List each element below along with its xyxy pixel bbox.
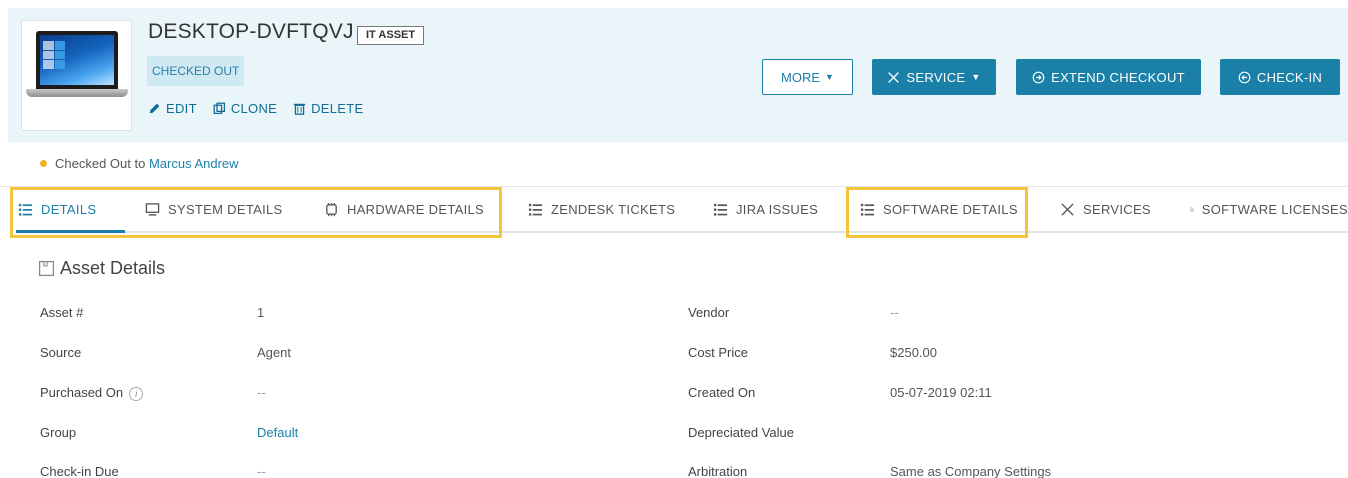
license-icon — [1190, 207, 1194, 211]
field-label: Check-in Due — [40, 464, 119, 478]
field-label: Depreciated Value — [688, 425, 794, 440]
tab-label: SERVICES — [1083, 201, 1151, 217]
clone-button[interactable]: CLONE — [213, 101, 277, 116]
field-label: Purchased On — [40, 385, 124, 400]
more-label: MORE — [781, 69, 821, 85]
field-label: Created On — [688, 385, 756, 400]
field-value: -- — [257, 464, 266, 478]
extend-checkout-button[interactable]: EXTEND CHECKOUT — [1016, 59, 1201, 95]
list-icon — [860, 203, 875, 216]
arrow-left-circle-icon — [1238, 71, 1251, 83]
check-in-label: CHECK-IN — [1256, 69, 1323, 85]
field-label: Arbitration — [688, 464, 748, 478]
list-icon — [713, 203, 728, 216]
field-value: 05-07-2019 02:11 — [890, 385, 992, 400]
list-icon — [18, 203, 33, 216]
trash-icon — [293, 103, 306, 115]
tab-label: HARDWARE DETAILS — [347, 201, 484, 217]
status-badge: CHECKED OUT — [147, 56, 245, 86]
tab-jira-issues[interactable]: JIRA ISSUES — [713, 186, 818, 232]
tab-label: DETAILS — [41, 201, 97, 217]
asset-type-badge: IT ASSET — [357, 26, 425, 45]
tab-zendesk-tickets[interactable]: ZENDESK TICKETS — [528, 186, 675, 232]
group-link[interactable]: Default — [257, 425, 298, 440]
delete-button[interactable]: DELETE — [293, 101, 363, 116]
more-button[interactable]: MORE ▼ — [762, 59, 853, 95]
info-icon[interactable]: i — [129, 386, 144, 401]
tab-label: SOFTWARE LICENSES — [1201, 201, 1348, 217]
field-value: Same as Company Settings — [890, 464, 1052, 478]
asset-thumbnail — [21, 20, 132, 131]
field-value: 1 — [257, 305, 265, 320]
clone-label: CLONE — [230, 101, 278, 116]
field-label: Cost Price — [688, 345, 748, 360]
field-value: -- — [257, 385, 266, 400]
tab-details[interactable]: DETAILS — [18, 186, 96, 232]
caret-down-icon: ▼ — [825, 72, 834, 82]
tools-icon — [1061, 202, 1074, 216]
active-tab-indicator — [16, 230, 125, 233]
tab-software-licenses[interactable]: SOFTWARE LICENSES — [1190, 186, 1348, 232]
field-label: Source — [40, 345, 82, 360]
tab-system-details[interactable]: SYSTEM DETAILS — [145, 186, 282, 232]
field-label: Vendor — [688, 305, 730, 320]
status-dot-icon — [40, 160, 47, 167]
arrow-right-circle-icon — [1032, 71, 1045, 83]
tab-services[interactable]: SERVICES — [1060, 186, 1151, 232]
copy-icon — [213, 102, 225, 115]
check-in-button[interactable]: CHECK-IN — [1220, 59, 1340, 95]
list-icon — [528, 203, 543, 216]
monitor-icon — [145, 202, 160, 216]
field-label: Group — [40, 425, 77, 440]
asset-header: DESKTOP-DVFTQVJ IT ASSET CHECKED OUT EDI… — [8, 8, 1348, 142]
field-value: -- — [890, 305, 899, 320]
caret-down-icon: ▼ — [971, 72, 981, 82]
checked-out-user-link[interactable]: Marcus Andrew — [149, 156, 239, 171]
tools-icon — [888, 71, 900, 83]
asset-actions: EDIT CLONE DELETE — [148, 101, 363, 116]
laptop-base — [26, 89, 128, 97]
field-label-with-info: Purchased On i — [40, 385, 144, 401]
edit-label: EDIT — [166, 101, 197, 116]
service-label: SERVICE — [906, 69, 966, 85]
field-value: $250.00 — [890, 345, 937, 360]
chip-icon — [326, 202, 337, 216]
asset-details-icon — [38, 260, 55, 277]
asset-title: DESKTOP-DVFTQVJ — [148, 20, 354, 43]
service-button[interactable]: SERVICE ▼ — [872, 59, 996, 95]
delete-label: DELETE — [311, 101, 364, 116]
checkout-info: Checked Out to Marcus Andrew — [40, 156, 239, 171]
tab-software-details[interactable]: SOFTWARE DETAILS — [860, 186, 1018, 232]
tab-label: ZENDESK TICKETS — [551, 201, 676, 217]
field-label: Asset # — [40, 305, 84, 320]
edit-button[interactable]: EDIT — [148, 101, 197, 116]
tab-label: SYSTEM DETAILS — [168, 201, 283, 217]
laptop-screen — [36, 31, 118, 89]
pencil-icon — [149, 103, 160, 114]
tab-label: SOFTWARE DETAILS — [883, 201, 1018, 217]
section-title: Asset Details — [60, 258, 166, 278]
extend-checkout-label: EXTEND CHECKOUT — [1051, 69, 1185, 85]
section-header: Asset Details — [38, 258, 165, 279]
field-value: Agent — [257, 345, 291, 360]
tab-hardware-details[interactable]: HARDWARE DETAILS — [324, 186, 484, 232]
checkout-prefix: Checked Out to — [55, 156, 146, 171]
tab-label: JIRA ISSUES — [736, 201, 819, 217]
